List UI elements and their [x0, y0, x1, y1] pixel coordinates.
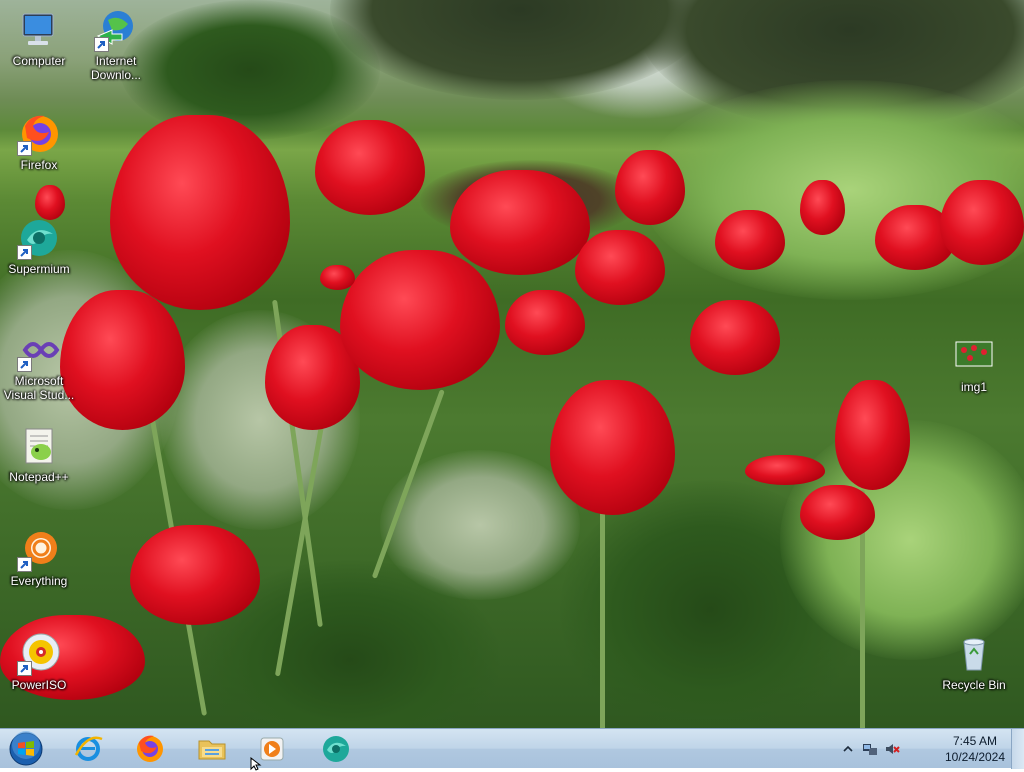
desktop-icon-poweriso[interactable]: PowerISO: [1, 632, 77, 692]
shortcut-arrow-icon: [17, 141, 32, 156]
desktop-icon-firefox[interactable]: Firefox: [1, 112, 77, 172]
shortcut-arrow-icon: [17, 357, 32, 372]
network-icon[interactable]: [862, 741, 878, 757]
taskbar: 7:45 AM 10/24/2024: [0, 728, 1024, 769]
computer-icon: [17, 8, 61, 52]
desktop-icon-label: Everything: [10, 574, 68, 588]
show-desktop-button[interactable]: [1011, 729, 1024, 769]
desktop-icon-computer[interactable]: Computer: [1, 8, 77, 68]
taskbar-internet-explorer-button[interactable]: [66, 731, 110, 767]
desktop-icon-label: Recycle Bin: [942, 678, 1006, 692]
desktop-icon-label: PowerISO: [11, 678, 67, 692]
desktop-icon-label: img1: [960, 380, 987, 394]
visual-studio-icon: [17, 328, 61, 372]
recycle-bin-icon: [952, 632, 996, 676]
desktop-icon-label: Computer: [12, 54, 66, 68]
desktop-wallpaper: [0, 0, 1024, 728]
taskbar-supermium-button[interactable]: [314, 731, 358, 767]
internet-download-manager-icon: [94, 8, 138, 52]
shortcut-arrow-icon: [17, 661, 32, 676]
desktop-icon-label: Supermium: [8, 262, 70, 276]
firefox-icon: [17, 112, 61, 156]
desktop-icon-recycle-bin[interactable]: Recycle Bin: [936, 632, 1012, 692]
file-explorer-folder-icon: [198, 740, 226, 760]
desktop-icon-img1[interactable]: img1: [936, 334, 1012, 394]
desktop-icon-label: Firefox: [20, 158, 58, 172]
notepad-plus-plus-icon: [17, 424, 61, 468]
taskbar-firefox-button[interactable]: [128, 731, 172, 767]
volume-muted-icon[interactable]: [884, 741, 900, 757]
shortcut-arrow-icon: [17, 245, 32, 260]
desktop-icon-label: Microsoft Visual Stud...: [3, 374, 75, 402]
shortcut-arrow-icon: [94, 37, 109, 52]
firefox-icon: [137, 735, 163, 762]
image-file-icon: [952, 334, 996, 378]
windows-start-orb-icon: [9, 731, 43, 766]
supermium-icon: [323, 736, 349, 762]
desktop-icon-notepad-plus-plus[interactable]: Notepad++: [1, 424, 77, 484]
desktop-icon-label: Notepad++: [9, 470, 69, 484]
internet-explorer-icon: [74, 736, 103, 761]
everything-search-icon: [17, 528, 61, 572]
show-hidden-icons-chevron-icon[interactable]: [840, 741, 856, 757]
supermium-icon: [17, 216, 61, 260]
clock-date: 10/24/2024: [944, 750, 1006, 764]
desktop-icon-microsoft-visual-studio[interactable]: Microsoft Visual Stud...: [1, 328, 77, 402]
shortcut-arrow-icon: [17, 557, 32, 572]
desktop-icon-everything[interactable]: Everything: [1, 528, 77, 588]
start-button[interactable]: [6, 731, 46, 767]
system-tray: 7:45 AM 10/24/2024: [834, 729, 1024, 769]
desktop-icon-label: Internet Downlo...: [90, 54, 142, 82]
clock-time: 7:45 AM: [952, 734, 998, 748]
taskbar-clock[interactable]: 7:45 AM 10/24/2024: [940, 733, 1010, 765]
poweriso-icon: [17, 632, 61, 676]
desktop-icon-supermium[interactable]: Supermium: [1, 216, 77, 276]
desktop-icon-internet-download-manager[interactable]: Internet Downlo...: [78, 8, 154, 82]
mouse-cursor-icon: [250, 757, 262, 771]
taskbar-file-explorer-button[interactable]: [190, 731, 234, 767]
